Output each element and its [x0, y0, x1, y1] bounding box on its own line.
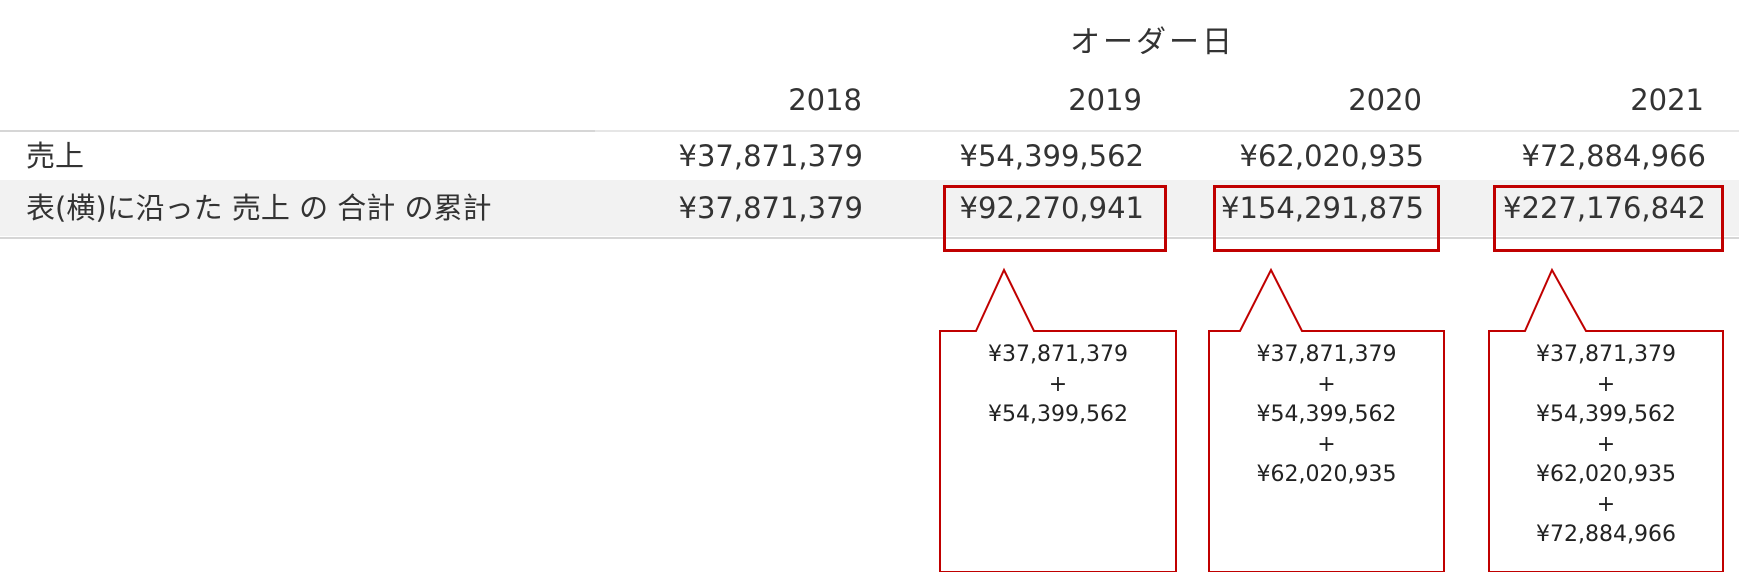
callout-shapes [939, 267, 1724, 572]
callout-text-2021: ¥37,871,379 + ¥54,399,562 + ¥62,020,935 … [1489, 340, 1723, 550]
year-header-2018[interactable]: 2018 [662, 86, 862, 115]
highlight-box-2019 [943, 185, 1167, 252]
callout-line: + [1048, 372, 1068, 397]
callout-line: + [1317, 432, 1336, 457]
callout-line: ¥37,871,379 [1256, 342, 1397, 367]
callout-line: ¥72,884,966 [1536, 522, 1676, 547]
callout-line: + [1596, 372, 1616, 397]
row-label-running-total[interactable]: 表(横)に沿った 売上 の 合計 の累計 [26, 194, 492, 223]
callout-line: + [1596, 432, 1616, 457]
cell-sales-2019[interactable]: ¥54,399,562 [884, 142, 1145, 171]
callout-line: ¥62,020,935 [1256, 462, 1397, 487]
year-header-2019[interactable]: 2019 [942, 86, 1142, 115]
callout-text-2019: ¥37,871,379 + ¥54,399,562 [940, 340, 1176, 430]
year-header-2021[interactable]: 2021 [1504, 86, 1704, 115]
callout-line: ¥54,399,562 [1256, 402, 1397, 427]
highlight-box-2020 [1213, 185, 1440, 252]
year-header-2020[interactable]: 2020 [1222, 86, 1422, 115]
row-divider-right [595, 130, 1739, 132]
callout-line: ¥37,871,379 [988, 342, 1128, 367]
crosstab-view: オーダー日 2018 2019 2020 2021 売上 ¥37,871,379… [0, 0, 1739, 572]
cell-sales-2020[interactable]: ¥62,020,935 [1164, 142, 1425, 171]
row-divider-bottom [0, 237, 1739, 239]
cell-sales-2018[interactable]: ¥37,871,379 [603, 142, 864, 171]
column-header-order-date[interactable]: オーダー日 [1070, 28, 1235, 58]
row-label-sales[interactable]: 売上 [26, 142, 84, 171]
highlight-box-2021 [1493, 185, 1724, 252]
callout-text-2020: ¥37,871,379 + ¥54,399,562 + ¥62,020,935 [1209, 340, 1444, 490]
callout-line: ¥62,020,935 [1536, 462, 1676, 487]
callout-line: ¥54,399,562 [1536, 402, 1676, 427]
cell-sales-2021[interactable]: ¥72,884,966 [1446, 142, 1707, 171]
row-divider-left [0, 130, 595, 132]
callout-line: ¥54,399,562 [988, 402, 1128, 427]
cell-running-2018[interactable]: ¥37,871,379 [603, 194, 864, 223]
callout-line: ¥37,871,379 [1536, 342, 1676, 367]
callout-line: + [1596, 492, 1616, 517]
callout-line: + [1317, 372, 1336, 397]
